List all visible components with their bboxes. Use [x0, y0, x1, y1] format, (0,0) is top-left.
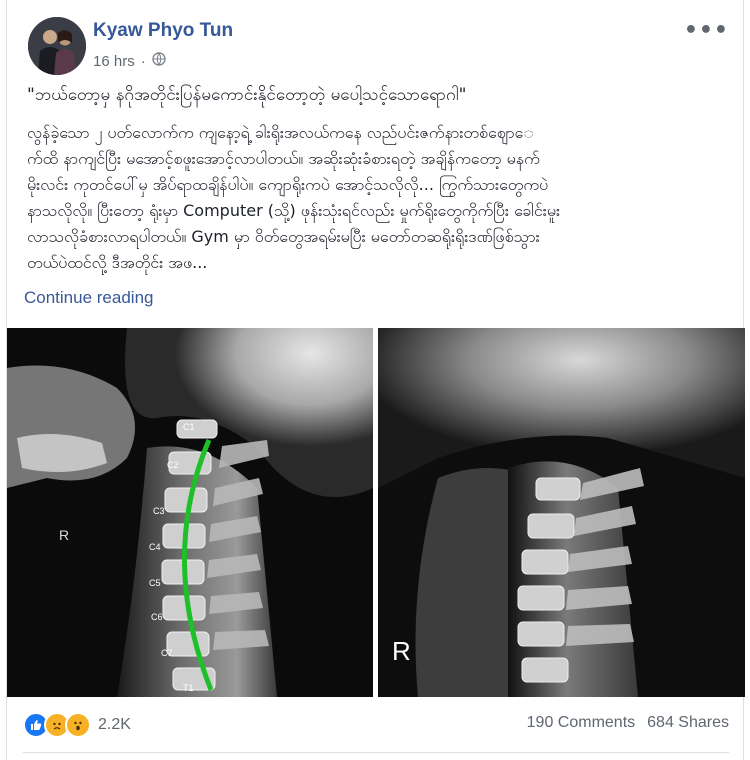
more-dots-icon: •••: [683, 18, 729, 43]
vertebra-label: C3: [153, 506, 165, 516]
side-marker: R: [392, 636, 411, 666]
body-line: လွန်ခဲ့သော ၂ ပတ်လောက်က ကျနော့ရဲ့ ခါးရိုး…: [27, 123, 534, 142]
engagement-counts: 190 Comments 684 Shares: [527, 714, 729, 732]
vertebra-label: C1: [183, 422, 195, 432]
wow-icon: [65, 712, 91, 738]
post-body: လွန်ခဲ့သော ၂ ပတ်လောက်က ကျနော့ရဲ့ ခါးရိုး…: [27, 120, 733, 276]
vertebra-label: C7: [161, 648, 173, 658]
vertebra-label: C5: [149, 578, 161, 588]
continue-reading-link[interactable]: Continue reading: [24, 288, 153, 308]
comments-count-link[interactable]: 190 Comments: [527, 714, 636, 732]
post-footer: 2.2K 190 Comments 684 Shares: [23, 708, 729, 740]
vertebra-label: C6: [151, 612, 163, 622]
vertebra-label: C2: [167, 460, 179, 470]
side-marker: R: [59, 527, 69, 543]
shares-count-link[interactable]: 684 Shares: [647, 714, 729, 732]
body-line: နာသလိုလို။ ပြီးတော့ ရုံးမှာ Computer (သိ…: [27, 201, 561, 220]
meta-separator: ·: [140, 52, 146, 70]
body-line: မိုးလင်း ကုတင်ပေါ်မှ အိပ်ရာထချိန်ပါပဲ။ က…: [27, 175, 549, 194]
xray-image-right[interactable]: R: [378, 328, 745, 697]
vertebra-label: C4: [149, 542, 161, 552]
xray-image-left[interactable]: C1 C2 C3 C4 C5 C6 C7 T1 R: [7, 328, 373, 697]
reaction-count: 2.2K: [98, 716, 131, 733]
post-timestamp[interactable]: 16 hrs: [93, 53, 135, 70]
post-title: "ဘယ်တော့မှ နဂိုအတိုင်းပြန်မကောင်းနိုင်တေ…: [27, 85, 467, 105]
body-line: တယ်ပဲထင်လို့ ဒီအတိုင်း အဖ...: [27, 253, 208, 272]
reactions-summary[interactable]: 2.2K: [23, 712, 131, 738]
post-meta: 16 hrs ·: [93, 52, 166, 70]
body-line: လာသလိုခံစားလာရပါတယ်။ Gym မှာ ဝိတ်တွေအရမ်…: [27, 227, 540, 246]
more-options-button[interactable]: •••: [684, 18, 729, 43]
vertebra-label: T1: [183, 683, 194, 693]
globe-icon[interactable]: [152, 52, 166, 70]
author-name[interactable]: Kyaw Phyo Tun: [93, 20, 233, 42]
post-card: Kyaw Phyo Tun 16 hrs · ••• "ဘယ်တော့မှ နဂ…: [6, 0, 745, 760]
footer-divider: [23, 752, 729, 753]
avatar-image: [28, 17, 86, 75]
avatar[interactable]: [28, 17, 86, 75]
body-line: က်ထိ နာကျင်ပြီး မအောင့်စဖူးအောင့်လာပါတယ်…: [27, 149, 540, 168]
